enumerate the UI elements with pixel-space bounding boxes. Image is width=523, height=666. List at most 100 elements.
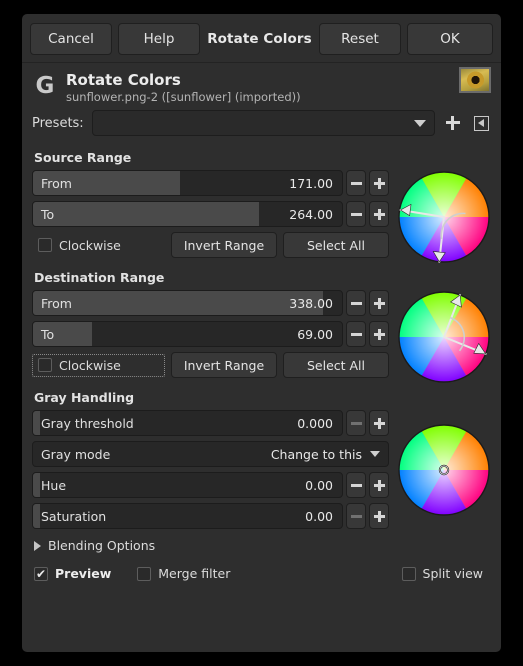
preset-menu-button[interactable] bbox=[471, 112, 491, 134]
source-from-decrement-button[interactable] bbox=[346, 170, 366, 196]
minus-icon bbox=[350, 301, 362, 305]
source-clockwise-label: Clockwise bbox=[59, 237, 121, 253]
minus-icon bbox=[350, 332, 362, 336]
source-clockwise-checkbox[interactable]: Clockwise bbox=[32, 234, 165, 257]
gray-hue-decrement-button[interactable] bbox=[346, 472, 366, 498]
gray-hue-fill bbox=[33, 473, 40, 497]
destination-from-decrement-button[interactable] bbox=[346, 290, 366, 316]
filter-name: Rotate Colors bbox=[66, 71, 181, 89]
preset-menu-icon bbox=[473, 115, 489, 131]
destination-range-title: Destination Range bbox=[34, 270, 165, 285]
plus-icon bbox=[373, 208, 385, 220]
destination-select-all-button[interactable]: Select All bbox=[283, 352, 389, 378]
plus-icon bbox=[373, 328, 385, 340]
gray-threshold-decrement-button[interactable] bbox=[346, 410, 366, 436]
source-to-fill bbox=[33, 202, 260, 226]
source-to-increment-button[interactable] bbox=[369, 201, 389, 227]
plus-icon bbox=[373, 297, 385, 309]
gray-threshold-fill bbox=[33, 411, 40, 435]
cancel-button[interactable]: Cancel bbox=[30, 23, 112, 55]
add-preset-button[interactable] bbox=[443, 112, 463, 134]
image-source-label: sunflower.png-2 ([sunflower] (imported)) bbox=[66, 90, 301, 104]
gray-saturation-slider[interactable]: Saturation 0.00 bbox=[32, 503, 343, 529]
source-from-value: 171.00 bbox=[289, 175, 333, 191]
minus-icon bbox=[350, 483, 362, 487]
gray-saturation-label: Saturation bbox=[41, 508, 107, 524]
source-range-buttons: Clockwise Invert Range Select All bbox=[32, 232, 389, 258]
gray-hue-slider[interactable]: Hue 0.00 bbox=[32, 472, 343, 498]
chevron-down-icon bbox=[370, 451, 380, 457]
preview-checkbox[interactable]: Preview bbox=[34, 562, 117, 585]
destination-to-value: 69.00 bbox=[297, 326, 333, 342]
gray-saturation-decrement-button[interactable] bbox=[346, 503, 366, 529]
gray-threshold-increment-button[interactable] bbox=[369, 410, 389, 436]
source-from-increment-button[interactable] bbox=[369, 170, 389, 196]
destination-to-spin: To 69.00 bbox=[32, 321, 389, 347]
dialog-title: Rotate Colors bbox=[207, 31, 312, 47]
preview-label: Preview bbox=[55, 566, 112, 581]
gray-threshold-spin: Gray threshold 0.000 bbox=[32, 410, 389, 436]
destination-color-wheel[interactable] bbox=[397, 290, 491, 384]
gray-hue-label: Hue bbox=[41, 477, 67, 493]
reset-button[interactable]: Reset bbox=[319, 23, 401, 55]
gray-hue-value: 0.00 bbox=[305, 477, 333, 493]
merge-filter-label: Merge filter bbox=[158, 566, 231, 581]
blending-options-expander[interactable]: Blending Options bbox=[32, 533, 491, 559]
destination-from-slider[interactable]: From 338.00 bbox=[32, 290, 343, 316]
destination-range-buttons: Clockwise Invert Range Select All bbox=[32, 352, 389, 378]
triangle-right-icon bbox=[34, 540, 41, 551]
plus-icon bbox=[373, 417, 385, 429]
source-from-slider[interactable]: From 171.00 bbox=[32, 170, 343, 196]
gray-handling-section: Gray threshold 0.000 Gray mode Change to… bbox=[32, 410, 491, 529]
plus-icon bbox=[373, 510, 385, 522]
gray-mode-combo[interactable]: Gray mode Change to this bbox=[32, 441, 389, 467]
destination-from-label: From bbox=[41, 295, 72, 311]
gray-threshold-label: Gray threshold bbox=[41, 415, 134, 431]
gray-saturation-increment-button[interactable] bbox=[369, 503, 389, 529]
destination-from-spin: From 338.00 bbox=[32, 290, 389, 316]
source-color-wheel[interactable] bbox=[397, 170, 491, 264]
source-to-label: To bbox=[41, 206, 55, 222]
minus-icon bbox=[350, 212, 362, 216]
presets-row: Presets: bbox=[22, 106, 501, 142]
minus-icon bbox=[350, 421, 362, 425]
blending-options-label: Blending Options bbox=[48, 538, 156, 553]
split-view-checkbox[interactable]: Split view bbox=[396, 562, 489, 585]
gray-saturation-spin: Saturation 0.00 bbox=[32, 503, 389, 529]
gray-mode-value: Change to this bbox=[270, 446, 362, 462]
checkbox-box bbox=[38, 358, 52, 372]
source-select-all-button[interactable]: Select All bbox=[283, 232, 389, 258]
merge-filter-checkbox[interactable]: Merge filter bbox=[131, 562, 236, 585]
source-to-decrement-button[interactable] bbox=[346, 201, 366, 227]
gray-hue-spin: Hue 0.00 bbox=[32, 472, 389, 498]
destination-to-slider[interactable]: To 69.00 bbox=[32, 321, 343, 347]
source-to-spin: To 264.00 bbox=[32, 201, 389, 227]
destination-to-label: To bbox=[41, 326, 55, 342]
plus-icon bbox=[373, 177, 385, 189]
destination-to-increment-button[interactable] bbox=[369, 321, 389, 347]
source-to-value: 264.00 bbox=[289, 206, 333, 222]
ok-button[interactable]: OK bbox=[407, 23, 493, 55]
source-from-spin: From 171.00 bbox=[32, 170, 389, 196]
gegl-g-icon: G bbox=[35, 72, 55, 99]
destination-to-decrement-button[interactable] bbox=[346, 321, 366, 347]
destination-clockwise-label: Clockwise bbox=[59, 357, 121, 373]
source-to-slider[interactable]: To 264.00 bbox=[32, 201, 343, 227]
gray-color-wheel[interactable] bbox=[397, 423, 491, 517]
source-range-section: From 171.00 To 264.00 Clockwise Invert R… bbox=[32, 170, 491, 264]
help-button[interactable]: Help bbox=[118, 23, 200, 55]
rotate-colors-dialog: Cancel Help Rotate Colors Reset OK G Rot… bbox=[22, 14, 501, 652]
presets-combo[interactable] bbox=[91, 110, 435, 136]
plus-icon bbox=[446, 116, 460, 130]
source-from-label: From bbox=[41, 175, 72, 191]
destination-clockwise-checkbox[interactable]: Clockwise bbox=[32, 353, 165, 377]
source-invert-range-button[interactable]: Invert Range bbox=[171, 232, 277, 258]
destination-invert-range-button[interactable]: Invert Range bbox=[171, 352, 277, 378]
source-range-title: Source Range bbox=[34, 150, 132, 165]
gray-saturation-fill bbox=[33, 504, 40, 528]
dialog-body: Source Range From 171.00 To 264.00 Clock… bbox=[22, 142, 501, 529]
footer-checkbox-row: Preview Merge filter Split view bbox=[32, 559, 491, 585]
gray-hue-increment-button[interactable] bbox=[369, 472, 389, 498]
gray-threshold-slider[interactable]: Gray threshold 0.000 bbox=[32, 410, 343, 436]
destination-from-increment-button[interactable] bbox=[369, 290, 389, 316]
